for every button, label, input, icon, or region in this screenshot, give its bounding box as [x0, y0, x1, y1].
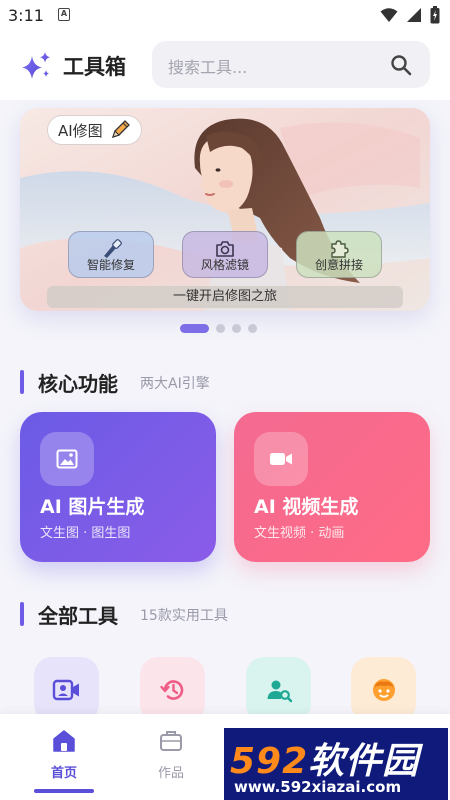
promo-banner[interactable]: AI修图 智能修复 风格滤镜 创意拼接 一键开启修图之旅: [20, 108, 430, 311]
video-frame-icon: [52, 679, 79, 700]
video-camera-icon: [270, 453, 292, 465]
section-accent-bar: [20, 370, 24, 394]
watermark-digits: 592: [230, 741, 309, 782]
signal-icon: [407, 8, 421, 22]
user-search-icon: [267, 680, 292, 702]
banner-cta[interactable]: 一键开启修图之旅: [47, 286, 403, 308]
watermark-logo: 592软件园 www.592xiazai.com: [224, 728, 448, 800]
active-tab-indicator: [34, 789, 94, 793]
ai-retouch-tag: AI修图: [47, 115, 142, 145]
core-section-subtitle: 两大AI引擎: [140, 376, 210, 392]
tool-video-frame[interactable]: [34, 657, 99, 722]
watermark-brand: 592软件园: [230, 732, 419, 784]
ai-video-generation-card[interactable]: AI 视频生成 文生视频 · 动画: [234, 412, 430, 562]
search-input[interactable]: 搜索工具...: [168, 54, 247, 78]
watermark-url: www.592xiazai.com: [234, 778, 402, 796]
briefcase-icon: [160, 731, 182, 751]
tool-history[interactable]: [140, 657, 205, 722]
status-bar: 3:11 A: [0, 0, 450, 30]
ai-video-generation-subtitle: 文生视频 · 动画: [254, 526, 345, 541]
feature-creative-collage[interactable]: 创意拼接: [296, 231, 382, 278]
status-icons: [380, 6, 440, 24]
battery-icon: [430, 6, 440, 24]
feature-smart-repair-label: 智能修复: [86, 258, 135, 272]
tool-user-search[interactable]: [246, 657, 311, 722]
app-screen: 3:11 A 工具箱 搜索工具... AI修图 智能修复 风格滤镜 创意拼接 一…: [0, 0, 450, 800]
face-icon: [372, 678, 395, 701]
carousel-dot-active[interactable]: [180, 324, 209, 333]
notification-a-icon: A: [58, 8, 70, 21]
history-icon: [159, 679, 183, 700]
ai-image-generation-subtitle: 文生图 · 图生图: [40, 526, 131, 541]
home-icon: [53, 730, 75, 752]
image-icon: [56, 449, 78, 469]
app-title: 工具箱: [63, 55, 126, 79]
carousel-indicator: [180, 324, 257, 333]
pencil-icon: [111, 120, 130, 139]
core-section-title: 核心功能: [38, 372, 118, 396]
ai-image-generation-title: AI 图片生成: [40, 496, 145, 518]
watermark-brand-text: 软件园: [308, 741, 420, 782]
tool-face[interactable]: [351, 657, 416, 722]
tab-home-label: 首页: [50, 766, 77, 781]
tools-section-title: 全部工具: [38, 604, 118, 628]
tab-works-label: 作品: [157, 766, 184, 781]
carousel-dot[interactable]: [248, 324, 257, 333]
search-bar[interactable]: 搜索工具...: [152, 41, 430, 88]
tools-section-subtitle: 15款实用工具: [140, 608, 228, 624]
feature-style-filter[interactable]: 风格滤镜: [182, 231, 268, 278]
tab-home[interactable]: 首页: [34, 728, 94, 781]
feature-creative-collage-label: 创意拼接: [314, 258, 363, 272]
feature-smart-repair[interactable]: 智能修复: [68, 231, 154, 278]
section-accent-bar: [20, 602, 24, 626]
ai-image-generation-card[interactable]: AI 图片生成 文生图 · 图生图: [20, 412, 216, 562]
carousel-dot[interactable]: [232, 324, 241, 333]
carousel-dot[interactable]: [216, 324, 225, 333]
ai-retouch-label: AI修图: [58, 121, 103, 140]
search-icon[interactable]: [390, 54, 412, 76]
image-icon-box: [40, 432, 94, 486]
sparkle-icon: [22, 52, 50, 79]
wifi-icon: [380, 8, 398, 22]
status-time: 3:11: [8, 6, 44, 25]
tab-works[interactable]: 作品: [141, 728, 201, 781]
video-icon-box: [254, 432, 308, 486]
header: 工具箱 搜索工具...: [0, 30, 450, 100]
ai-video-generation-title: AI 视频生成: [254, 496, 359, 518]
feature-style-filter-label: 风格滤镜: [200, 258, 249, 272]
